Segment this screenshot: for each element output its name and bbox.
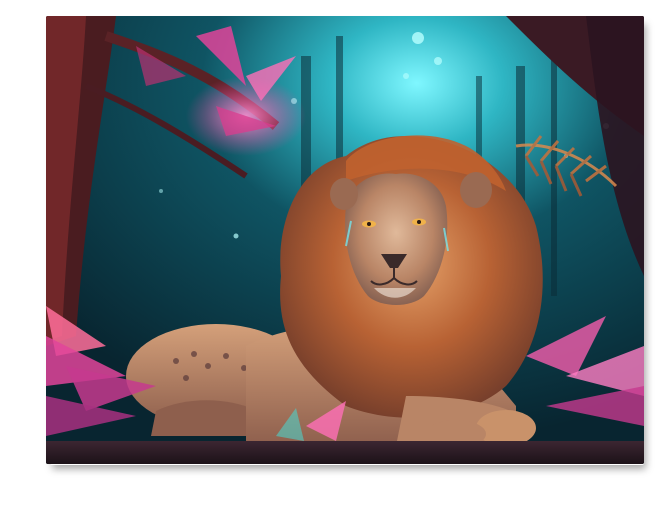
lion-artwork [46, 16, 644, 464]
canvas-print-mockup [0, 0, 655, 507]
ground [46, 441, 644, 464]
artwork-canvas [46, 16, 644, 464]
